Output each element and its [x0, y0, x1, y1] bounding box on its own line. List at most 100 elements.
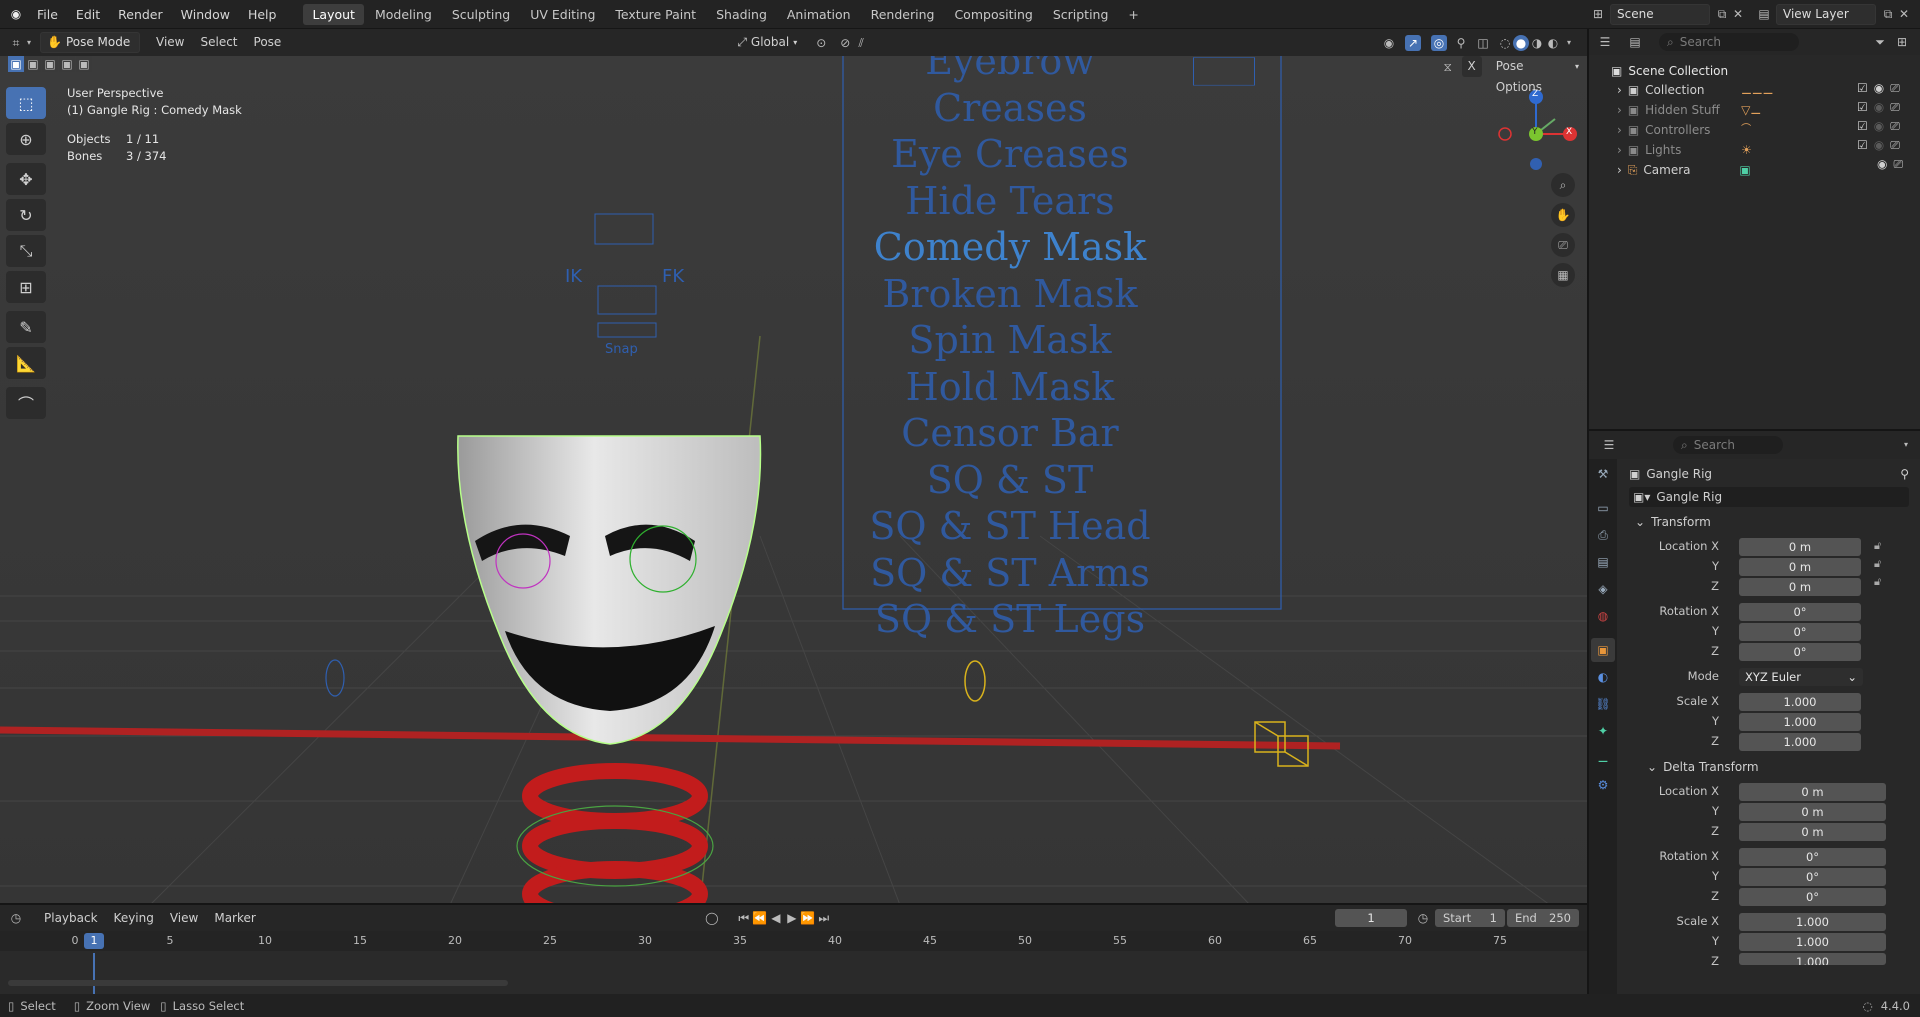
3d-viewport[interactable]: Eyebrow Creases Eye Creases Hide Tears C…	[0, 56, 1587, 905]
jump-keyframe-forward-icon[interactable]: ⏩	[800, 910, 816, 926]
view-layer-tab-icon[interactable]: ▤	[1591, 550, 1615, 574]
gizmo-icon[interactable]: ↗	[1405, 34, 1421, 51]
chevron-down-icon[interactable]: ▾	[1561, 35, 1577, 51]
camera-render-icon[interactable]: ⎚	[1890, 81, 1900, 96]
camera-render-icon[interactable]: ⎚	[1893, 157, 1903, 172]
start-frame-field[interactable]: Start 1	[1435, 909, 1505, 927]
physics-tab-icon[interactable]: ✦	[1591, 719, 1615, 743]
camera-render-icon[interactable]: ⎚	[1890, 119, 1900, 134]
annotate-tool[interactable]: ✎	[6, 311, 46, 343]
delta-scale-x-field[interactable]: 1.000	[1739, 913, 1886, 931]
snap-target-icon[interactable]: ⫽	[853, 35, 869, 51]
lock-icon[interactable]: 🔓︎	[1874, 557, 1881, 571]
frame-ruler[interactable]: 0 5 10 15 20 25 30 35 40 45 50 55 60 65 70 75 1	[0, 931, 1587, 951]
navigation-gizmo[interactable]: Z X Y	[1495, 84, 1585, 174]
rig-label[interactable]: SQ & ST Legs	[860, 596, 1160, 643]
bone-overlay-icon[interactable]: ⚲	[1453, 35, 1469, 51]
tab-modeling[interactable]: Modeling	[366, 4, 441, 25]
rig-label[interactable]: Broken Mask	[860, 271, 1160, 318]
camera-view-icon[interactable]: ⎚	[1551, 233, 1575, 257]
expand-arrow-icon[interactable]: ›	[1617, 101, 1622, 119]
menu-render[interactable]: Render	[109, 0, 172, 29]
pose-options-dropdown[interactable]: Pose Options ▾	[1488, 56, 1587, 94]
modifiers-tab-icon[interactable]: ◐	[1591, 665, 1615, 689]
zoom-icon[interactable]: ⌕	[1551, 173, 1575, 197]
delta-location-z-field[interactable]: 0 m	[1739, 823, 1886, 841]
delta-rotation-x-field[interactable]: 0°	[1739, 848, 1886, 866]
select-new-icon[interactable]: ▣	[8, 56, 24, 72]
scale-y-field[interactable]: 1.000	[1739, 713, 1861, 731]
material-shading-icon[interactable]: ◑	[1529, 35, 1545, 51]
symmetry-icon[interactable]: ⧖	[1440, 59, 1456, 75]
select-invert-icon[interactable]: ▣	[76, 56, 92, 72]
eye-icon[interactable]: ◉	[1874, 100, 1884, 115]
menu-window[interactable]: Window	[172, 0, 239, 29]
menu-edit[interactable]: Edit	[67, 0, 109, 29]
fk-label[interactable]: FK	[662, 266, 684, 287]
playhead-line[interactable]	[93, 953, 95, 994]
select-intersect-icon[interactable]: ▣	[59, 56, 75, 72]
tab-layout[interactable]: Layout	[303, 3, 364, 25]
timeline-editor-icon[interactable]: ◷	[8, 910, 24, 926]
new-collection-icon[interactable]: ⊞	[1894, 34, 1910, 50]
mode-selector[interactable]: ✋ Pose Mode	[40, 32, 140, 53]
camera-render-icon[interactable]: ⎚	[1890, 100, 1900, 115]
rig-label[interactable]: Spin Mask	[860, 317, 1160, 364]
tab-uv-editing[interactable]: UV Editing	[521, 4, 604, 25]
expand-arrow-icon[interactable]: ›	[1617, 121, 1622, 139]
exclude-checkbox[interactable]: ☑	[1857, 119, 1868, 134]
timeline-area[interactable]: 0 5 10 15 20 25 30 35 40 45 50 55 60 65 70 75 1	[0, 931, 1587, 994]
auto-keying-icon[interactable]: ◯	[704, 910, 720, 926]
select-extend-icon[interactable]: ▣	[25, 56, 41, 72]
rendered-shading-icon[interactable]: ◐	[1545, 35, 1561, 51]
move-tool[interactable]: ✥	[6, 163, 46, 195]
location-z-field[interactable]: 0 m	[1739, 578, 1861, 596]
rig-label-active[interactable]: Comedy Mask	[860, 224, 1160, 271]
menu-pose[interactable]: Pose	[246, 32, 290, 53]
rig-label[interactable]: SQ & ST Head	[860, 503, 1160, 550]
eye-icon[interactable]: ◉	[1877, 157, 1887, 172]
menu-help[interactable]: Help	[239, 0, 286, 29]
relax-pose-tool[interactable]: ⌒	[6, 387, 46, 419]
rig-label[interactable]: SQ & ST	[860, 457, 1160, 504]
tab-sculpting[interactable]: Sculpting	[443, 4, 519, 25]
overlays-icon[interactable]: ◎	[1431, 34, 1447, 51]
expand-arrow-icon[interactable]: ›	[1617, 81, 1622, 99]
scene-selector[interactable]: Scene	[1610, 3, 1710, 25]
menu-file[interactable]: File	[28, 0, 67, 29]
view-layer-selector[interactable]: View Layer	[1776, 3, 1876, 25]
visibility-icon[interactable]: ◉	[1381, 35, 1397, 51]
clock-icon[interactable]: ◷	[1415, 910, 1431, 926]
new-scene-icon[interactable]: ⧉	[1714, 6, 1730, 22]
tab-compositing[interactable]: Compositing	[945, 4, 1041, 25]
add-workspace-button[interactable]: +	[1119, 4, 1147, 25]
hand-pan-icon[interactable]: ✋	[1551, 203, 1575, 227]
snap-label[interactable]: Snap	[605, 342, 638, 357]
object-name-field[interactable]: ▣▾ Gangle Rig	[1629, 487, 1909, 507]
delta-location-y-field[interactable]: 0 m	[1739, 803, 1886, 821]
output-tab-icon[interactable]: ⎙	[1591, 523, 1615, 547]
delete-view-layer-icon[interactable]: ✕	[1896, 6, 1912, 22]
properties-editor-icon[interactable]: ☰	[1601, 437, 1617, 453]
pivot-icon[interactable]: ⊙	[813, 35, 829, 51]
tab-scripting[interactable]: Scripting	[1044, 4, 1118, 25]
rotation-y-field[interactable]: 0°	[1739, 623, 1861, 641]
camera-render-icon[interactable]: ⎚	[1890, 138, 1900, 153]
ik-label[interactable]: IK	[565, 266, 582, 287]
delete-scene-icon[interactable]: ✕	[1730, 6, 1746, 22]
end-frame-field[interactable]: End 250	[1507, 909, 1579, 927]
rig-label[interactable]: Eye Creases	[860, 131, 1160, 178]
current-frame-field[interactable]: 1	[1335, 909, 1407, 927]
menu-playback[interactable]: Playback	[36, 908, 106, 929]
jump-keyframe-back-icon[interactable]: ⏪	[752, 910, 768, 926]
xray-icon[interactable]: ◫	[1475, 35, 1491, 51]
new-view-layer-icon[interactable]: ⧉	[1880, 6, 1896, 22]
scene-collection-row[interactable]: ▣ Scene Collection	[1589, 62, 1920, 80]
x-mirror-toggle[interactable]: X	[1461, 56, 1482, 77]
tab-texture-paint[interactable]: Texture Paint	[606, 4, 705, 25]
delta-rotation-z-field[interactable]: 0°	[1739, 888, 1886, 906]
rotate-tool[interactable]: ↻	[6, 199, 46, 231]
select-box-tool[interactable]: ⬚	[6, 87, 46, 119]
rig-label[interactable]: Censor Bar	[860, 410, 1160, 457]
eye-icon[interactable]: ◉	[1874, 81, 1884, 96]
